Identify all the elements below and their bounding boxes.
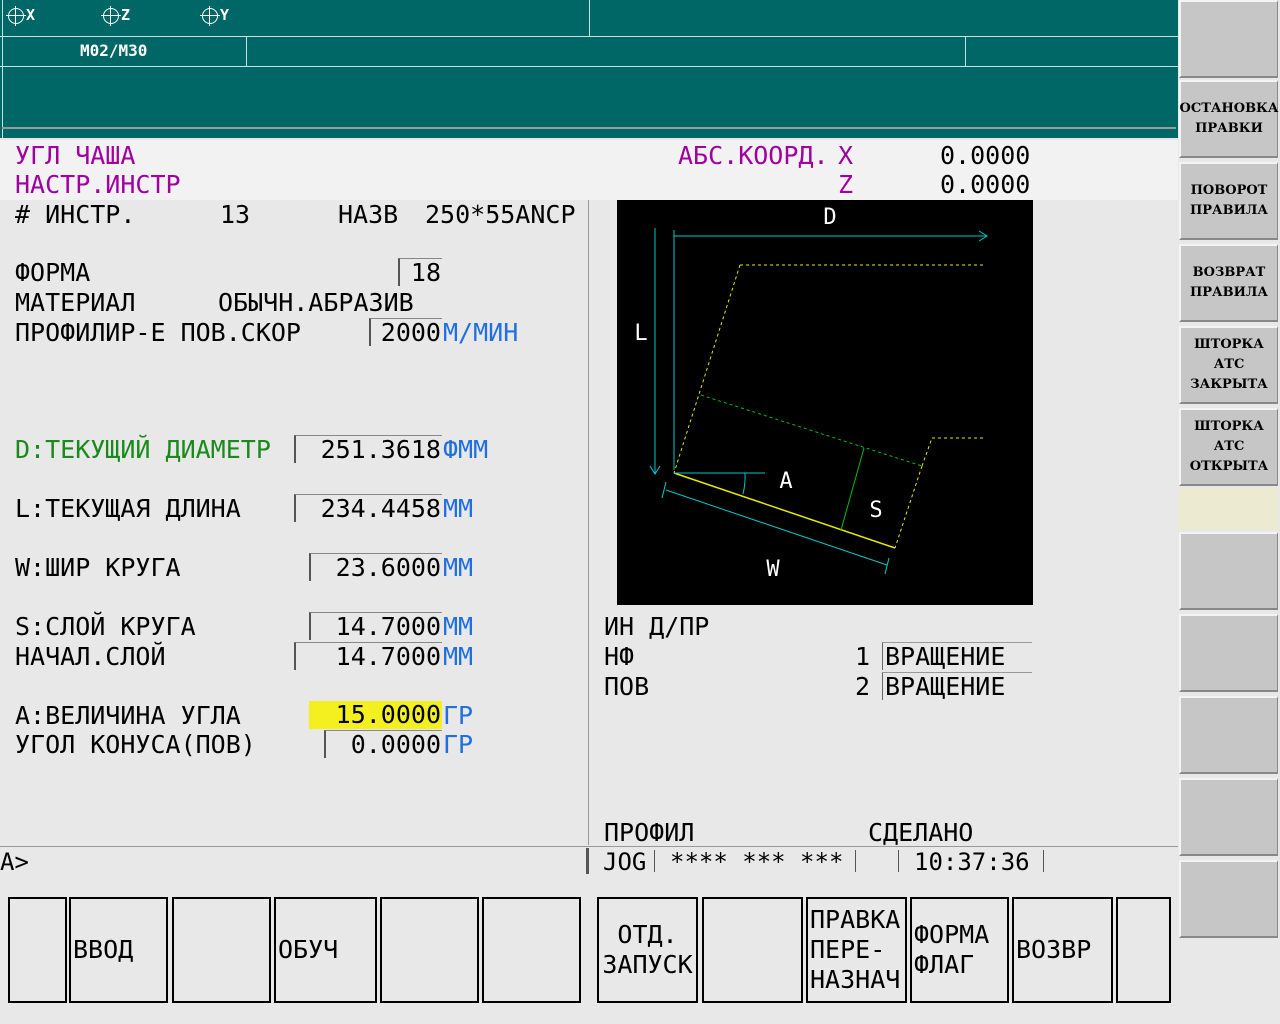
tool-number-label: # ИНСТР. — [15, 200, 136, 229]
dimension-s — [840, 447, 865, 531]
side-softkey-9[interactable] — [1179, 696, 1278, 774]
command-prompt[interactable]: A> — [0, 848, 29, 876]
panel-divider — [588, 200, 589, 845]
initial-layer-label: НАЧАЛ.СЛОЙ — [15, 642, 166, 671]
diagram-label-d: D — [823, 205, 836, 230]
diameter-unit: ФММ — [443, 435, 489, 464]
dimension-a — [674, 472, 765, 495]
material-value: ОБЫЧН.АБРАЗИВ — [218, 288, 414, 317]
form-label: ФОРМА — [15, 258, 91, 287]
clock: 10:37:36 — [914, 848, 1030, 876]
side-softkey-atc-shutter-open[interactable]: ШТОРКА АТС ОТКРЫТА — [1179, 408, 1278, 486]
axis-header-panel: X Z Y M02/M30 — [0, 0, 1178, 138]
nf-label: НФ — [604, 642, 635, 671]
softkey-separate-start[interactable]: ОТД. ЗАПУСК — [597, 897, 698, 1003]
width-unit: ММ — [443, 553, 474, 582]
softkey-8[interactable] — [702, 897, 803, 1003]
angle-field[interactable]: 15.0000 — [309, 701, 442, 729]
profile-label: ПРОФИЛ — [604, 818, 695, 847]
side-softkey-10[interactable] — [1179, 778, 1278, 856]
softkey-input[interactable]: ВВОД — [69, 897, 168, 1003]
z-axis-label: Z — [838, 170, 854, 199]
side-softkey-1[interactable] — [1179, 0, 1278, 78]
length-unit: ММ — [443, 494, 474, 523]
pov-mode-field[interactable]: ВРАЩЕНИЕ — [882, 672, 1032, 701]
tool-number-value: 13 — [220, 200, 251, 229]
diagram-label-l: L — [634, 321, 647, 346]
x-axis-label: X — [838, 141, 854, 170]
softkey-1[interactable] — [8, 897, 67, 1003]
layer-line — [700, 394, 923, 467]
crosshair-icon — [200, 5, 220, 26]
material-label: МАТЕРИАЛ — [15, 288, 136, 317]
dress-title: ИН Д/ПР — [604, 612, 710, 641]
softkey-12[interactable] — [1116, 897, 1171, 1003]
cone-angle-unit: ГР — [443, 730, 474, 759]
axis-x-indicator: X — [6, 5, 35, 26]
wheel-diagram: D L A S W — [617, 200, 1033, 605]
dimension-d — [673, 230, 988, 470]
dimension-l — [649, 228, 661, 475]
softkey-5[interactable] — [380, 897, 479, 1003]
mode-title: УГЛ ЧАША — [15, 141, 136, 170]
status-indicators: **** *** *** — [670, 848, 844, 876]
diagram-label-w: W — [766, 557, 780, 582]
layer-label: S:СЛОЙ КРУГА — [15, 612, 196, 641]
tool-name-value: 250*55ANCP — [425, 200, 576, 229]
pov-label: ПОВ — [604, 672, 650, 701]
setup-title: НАСТР.ИНСТР — [15, 170, 181, 199]
crosshair-icon — [101, 5, 121, 26]
initial-layer-unit: ММ — [443, 642, 474, 671]
form-field[interactable]: 18 — [398, 258, 442, 287]
done-label: СДЕЛАНО — [868, 818, 974, 847]
angle-label: A:ВЕЛИЧИНА УГЛА — [15, 701, 241, 730]
x-coord-value: 0.0000 — [940, 141, 1031, 170]
softkey-return[interactable]: ВОЗВР — [1012, 897, 1113, 1003]
width-field[interactable]: 23.6000 — [309, 553, 442, 582]
diagram-label-a: A — [779, 469, 792, 494]
crosshair-icon — [6, 5, 26, 26]
speed-unit: М/МИН — [443, 318, 519, 347]
mcode-display: M02/M30 — [80, 41, 148, 60]
softkey-dress-reassign[interactable]: ПРАВКА ПЕРЕ- НАЗНАЧ — [806, 897, 907, 1003]
softkey-teach[interactable]: ОБУЧ — [274, 897, 377, 1003]
axis-y-indicator: Y — [200, 5, 229, 26]
cone-angle-field[interactable]: 0.0000 — [324, 730, 442, 759]
side-softkey-stop-dressing[interactable]: ОСТАНОВКА ПРАВКИ — [1179, 80, 1278, 158]
side-softkey-11[interactable] — [1179, 860, 1278, 938]
length-field[interactable]: 234.4458 — [294, 494, 442, 523]
speed-field[interactable]: 2000 — [369, 318, 442, 347]
width-label: W:ШИР КРУГА — [15, 553, 181, 582]
diameter-field[interactable]: 251.3618 — [294, 435, 442, 464]
side-softkey-7[interactable] — [1179, 532, 1278, 610]
side-softkey-return-dresser[interactable]: ВОЗВРАТ ПРАВИЛА — [1179, 244, 1278, 322]
layer-unit: ММ — [443, 612, 474, 641]
layer-field[interactable]: 14.7000 — [309, 612, 442, 641]
softkey-3[interactable] — [172, 897, 271, 1003]
status-separator — [586, 848, 589, 874]
tool-name-label: НАЗВ — [338, 200, 399, 229]
info-band: УГЛ ЧАША НАСТР.ИНСТР АБС.КООРД. X Z 0.00… — [0, 140, 1178, 200]
side-softkey-8[interactable] — [1179, 614, 1278, 692]
speed-label: ПРОФИЛИР-Е ПОВ.СКОР — [15, 318, 301, 347]
length-label: L:ТЕКУЩАЯ ДЛИНА — [15, 494, 241, 523]
cone-angle-label: УГОЛ КОНУСА(ПОВ) — [15, 730, 256, 759]
coord-label: АБС.КООРД. — [678, 141, 829, 170]
softkey-form-flag[interactable]: ФОРМА ФЛАГ — [910, 897, 1009, 1003]
softkey-6[interactable] — [482, 897, 581, 1003]
pov-number: 2 — [855, 672, 871, 701]
side-softkey-atc-shutter-closed[interactable]: ШТОРКА АТС ЗАКРЫТА — [1179, 326, 1278, 404]
initial-layer-field[interactable]: 14.7000 — [294, 642, 442, 671]
mode-indicator: JOG — [603, 848, 647, 876]
angle-unit: ГР — [443, 701, 474, 730]
diagram-label-s: S — [869, 498, 882, 523]
axis-z-indicator: Z — [101, 5, 130, 26]
nf-mode-field[interactable]: ВРАЩЕНИЕ — [882, 642, 1032, 671]
nf-number: 1 — [855, 642, 871, 671]
z-coord-value: 0.0000 — [940, 170, 1031, 199]
side-softkey-rotate-dresser[interactable]: ПОВОРОТ ПРАВИЛА — [1179, 162, 1278, 240]
diameter-label: D:ТЕКУЩИЙ ДИАМЕТР — [15, 435, 271, 464]
